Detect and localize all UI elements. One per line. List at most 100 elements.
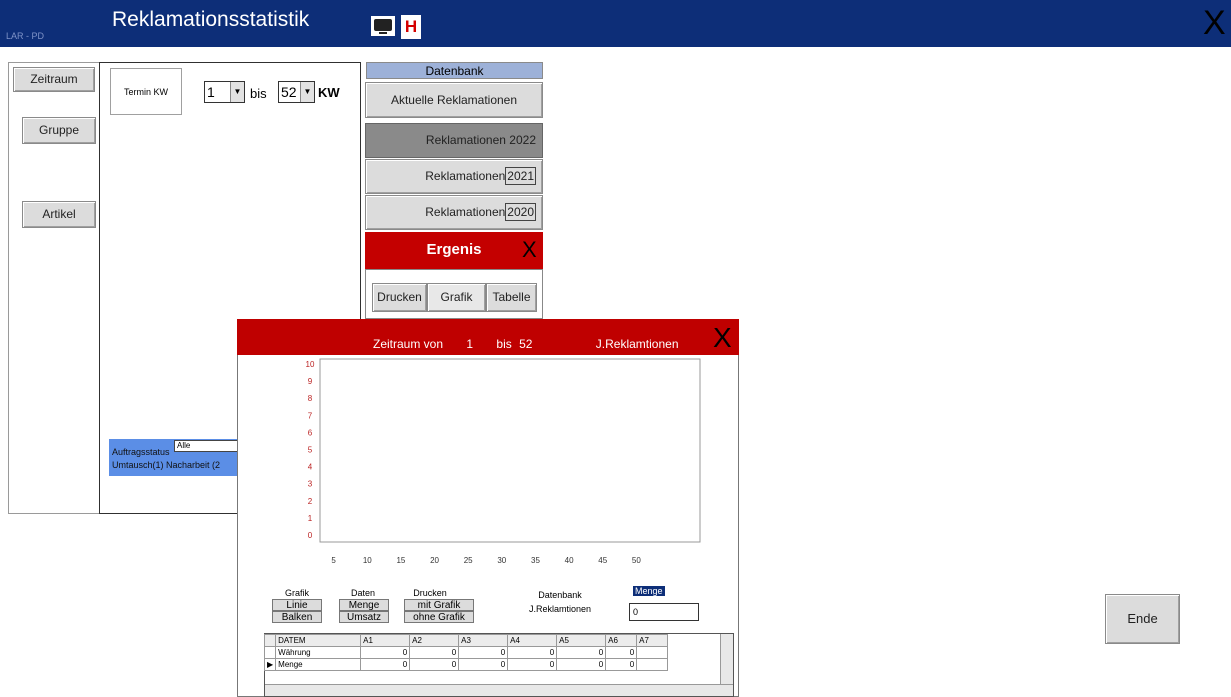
chart-subject: J.Reklamtionen: [595, 337, 679, 351]
table-cell[interactable]: [636, 658, 669, 671]
gruppe-button[interactable]: Gruppe: [22, 117, 96, 144]
table-cell[interactable]: 0: [556, 646, 607, 659]
plot-area: [319, 358, 701, 543]
db-row-year: 2020: [505, 203, 536, 221]
x-tick-label: 20: [430, 556, 439, 565]
table-cell[interactable]: 0: [360, 646, 411, 659]
app-title: Reklamationsstatistik: [112, 8, 310, 31]
column-header[interactable]: A6: [605, 634, 638, 647]
umsatz-button[interactable]: Umsatz: [339, 611, 389, 623]
y-tick-label: 7: [308, 411, 313, 420]
reklamationen-2021-button[interactable]: Reklamationen 2021: [365, 159, 543, 194]
table-cell[interactable]: 0: [556, 658, 607, 671]
table-cell[interactable]: 0: [458, 646, 509, 659]
table-header-row: DATEM A1 A2 A3 A4 A5 A6 A7: [263, 634, 669, 647]
x-tick-label: 35: [531, 556, 540, 565]
monitor-icon[interactable]: [370, 15, 396, 37]
table-row[interactable]: ▶ Menge 0 0 0 0 0 0: [263, 658, 669, 671]
zeitraum-bis-label: bis: [496, 337, 512, 351]
reklamationen-2020-button[interactable]: Reklamationen 2020: [365, 195, 543, 230]
zeitraum-from-value: 1: [466, 337, 474, 351]
datenbank-header: Datenbank: [366, 62, 543, 79]
y-tick-label: 10: [306, 360, 315, 369]
row-label: Menge: [275, 658, 362, 671]
kw-label: KW: [318, 85, 340, 100]
artikel-button[interactable]: Artikel: [22, 201, 96, 228]
x-tick-label: 40: [565, 556, 574, 565]
daten-label: Daten: [350, 588, 376, 598]
ergebnis-close-button[interactable]: X: [522, 237, 537, 263]
table-cell[interactable]: 0: [605, 646, 638, 659]
table-cell[interactable]: 0: [605, 658, 638, 671]
chart-plot: 012345678910 5 10 15 20 25 30 35 40 45 50: [306, 358, 701, 565]
termin-kw-label: Termin KW: [110, 68, 182, 115]
y-tick-label: 9: [308, 377, 313, 386]
row-selector[interactable]: [263, 646, 277, 659]
x-tick-label: 30: [497, 556, 506, 565]
table-cell[interactable]: 0: [409, 646, 460, 659]
table-cell[interactable]: 0: [507, 658, 558, 671]
db-row-label: Reklamationen: [425, 169, 506, 183]
menge-tag: Menge: [633, 586, 665, 596]
column-header[interactable]: A5: [556, 634, 607, 647]
zeitraum-von-label: Zeitraum von: [373, 337, 444, 351]
column-header[interactable]: A4: [507, 634, 558, 647]
y-tick-label: 2: [308, 497, 313, 506]
table-cell[interactable]: 0: [458, 658, 509, 671]
x-tick-label: 50: [632, 556, 641, 565]
chevron-down-icon[interactable]: ▼: [300, 82, 314, 102]
column-header[interactable]: A1: [360, 634, 411, 647]
linie-button[interactable]: Linie: [272, 599, 322, 611]
horizontal-scrollbar[interactable]: [265, 684, 733, 696]
table-cell[interactable]: [636, 646, 669, 659]
zeitraum-button[interactable]: Zeitraum: [13, 67, 95, 92]
table-cell[interactable]: 0: [507, 646, 558, 659]
tabelle-button[interactable]: Tabelle: [486, 283, 537, 312]
db-row-year: 2022: [509, 133, 536, 147]
data-table: DATEM A1 A2 A3 A4 A5 A6 A7 Währung 0 0 0…: [263, 634, 669, 671]
menge-button[interactable]: Menge: [339, 599, 389, 611]
y-tick-label: 3: [308, 480, 313, 489]
db-row-year: 2021: [505, 167, 536, 185]
reklamationen-2022-button[interactable]: Reklamationen 2022: [365, 123, 543, 158]
table-cell[interactable]: 0: [409, 658, 460, 671]
column-header[interactable]: A3: [458, 634, 509, 647]
mit-grafik-button[interactable]: mit Grafik: [404, 599, 474, 611]
grafik-button[interactable]: Grafik: [427, 283, 486, 312]
ohne-grafik-button[interactable]: ohne Grafik: [404, 611, 474, 623]
kw-to-select[interactable]: 52 ▼: [278, 81, 315, 103]
y-tick-label: 6: [308, 428, 313, 437]
datenbank-label: Datenbank: [538, 590, 582, 600]
auftragsstatus-input[interactable]: Alle: [174, 440, 238, 452]
chevron-down-icon[interactable]: ▼: [230, 82, 244, 102]
column-header[interactable]: A7: [636, 634, 669, 647]
chart-close-button[interactable]: X: [713, 322, 732, 354]
column-header[interactable]: DATEM: [275, 634, 362, 647]
drucken-button[interactable]: Drucken: [372, 283, 427, 312]
column-header[interactable]: A2: [409, 634, 460, 647]
help-h-button[interactable]: H: [401, 15, 421, 39]
table-cell[interactable]: 0: [360, 658, 411, 671]
auftragsstatus-hint: Umtausch(1) Nacharbeit (2: [112, 460, 221, 470]
row-label: Währung: [275, 646, 362, 659]
table-row[interactable]: Währung 0 0 0 0 0 0: [263, 646, 669, 659]
ende-button[interactable]: Ende: [1105, 594, 1180, 644]
aktuelle-reklamationen-button[interactable]: Aktuelle Reklamationen: [365, 82, 543, 118]
kw-from-value: 1: [207, 84, 215, 100]
row-selector-arrow-icon[interactable]: ▶: [263, 658, 277, 671]
bis-label: bis: [250, 86, 267, 101]
ergebnis-title: Ergenis: [426, 241, 482, 258]
menge-input[interactable]: 0: [629, 603, 699, 621]
kw-to-value: 52: [281, 84, 297, 100]
y-tick-label: 8: [308, 394, 313, 403]
x-tick-label: 25: [464, 556, 473, 565]
balken-button[interactable]: Balken: [272, 611, 322, 623]
grafik-label: Grafik: [284, 588, 309, 598]
x-tick-label: 15: [396, 556, 405, 565]
close-app-button[interactable]: X: [1203, 6, 1226, 40]
vertical-scrollbar[interactable]: [720, 634, 733, 684]
kw-from-select[interactable]: 1 ▼: [204, 81, 245, 103]
db-row-label: Reklamationen: [425, 205, 506, 219]
app-tag: LAR - PD: [6, 31, 45, 41]
chart-window-title: Zeitraum von 1 bis 52 J.Reklamtionen: [373, 337, 679, 351]
